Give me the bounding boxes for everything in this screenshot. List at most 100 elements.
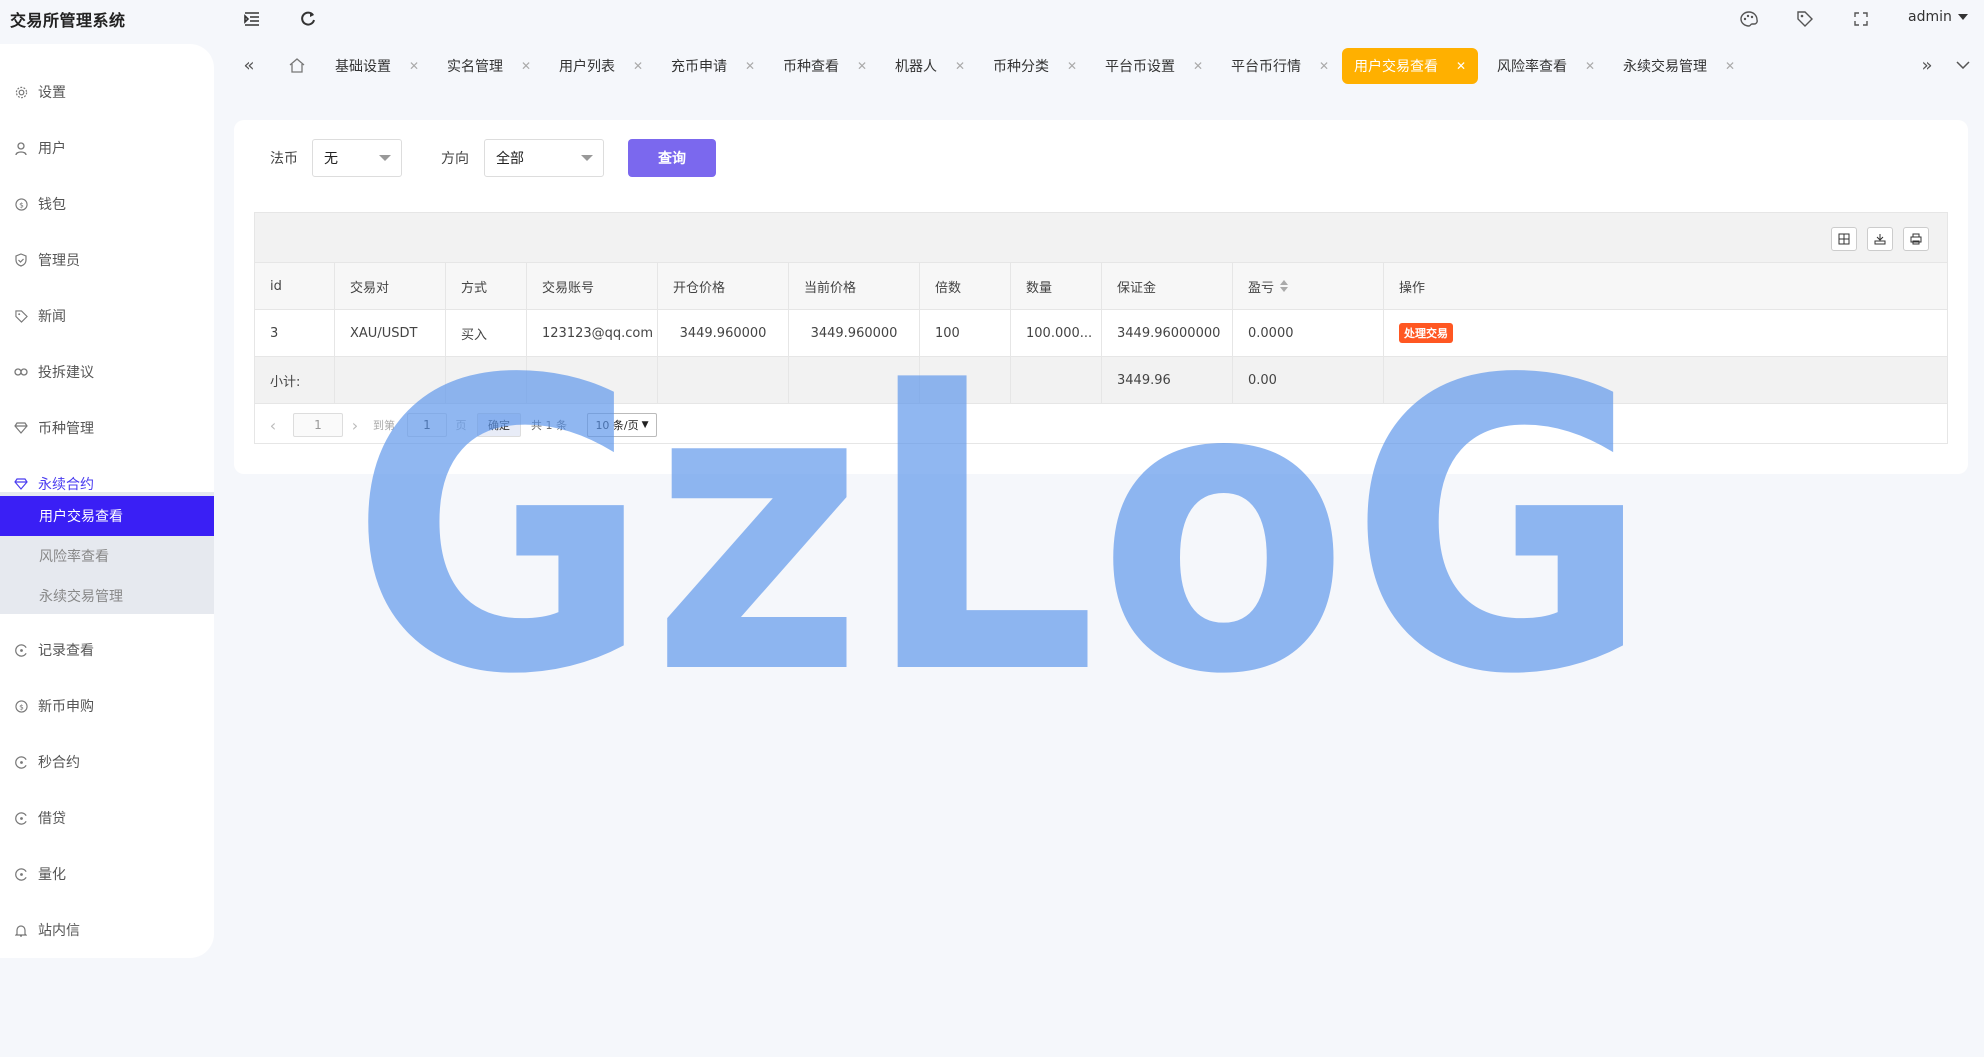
- tab-risk-rate[interactable]: 风险率查看 ✕: [1485, 48, 1595, 84]
- column-header: 倍数: [920, 263, 1011, 309]
- tab-currency-category[interactable]: 币种分类 ✕: [981, 48, 1077, 84]
- tab-label: 平台币设置: [1105, 59, 1175, 75]
- current-page[interactable]: 1: [293, 413, 343, 437]
- tab-user-trades[interactable]: 用户交易查看 ✕: [1342, 48, 1479, 84]
- sidebar-item-new-coin[interactable]: $ 新币申购: [0, 686, 214, 726]
- tag-icon[interactable]: [1794, 8, 1816, 30]
- fullscreen-icon[interactable]: [1850, 8, 1872, 30]
- chevron-down-icon: [1957, 14, 1968, 20]
- tab-deposit-requests[interactable]: 充币申请 ✕: [659, 48, 755, 84]
- tabs-scroll-right-icon[interactable]: »: [1912, 46, 1942, 84]
- dollar-icon: $: [14, 699, 28, 713]
- chevron-down-icon: [379, 155, 391, 161]
- tab-label: 机器人: [895, 59, 937, 75]
- close-icon[interactable]: ✕: [857, 59, 867, 73]
- chevron-down-icon: ▼: [641, 420, 649, 430]
- chevron-down-icon: [581, 155, 593, 161]
- submenu-item-risk-rate[interactable]: 风险率查看: [0, 536, 214, 576]
- next-page-icon[interactable]: ›: [347, 413, 363, 437]
- total-pnl: 0.00: [1233, 357, 1384, 403]
- query-button[interactable]: 查询: [628, 139, 716, 177]
- dollar-icon: $: [14, 197, 28, 211]
- close-icon[interactable]: ✕: [1319, 59, 1329, 73]
- home-icon[interactable]: [282, 46, 312, 84]
- total-count: 共 1 条: [531, 419, 567, 432]
- sidebar-item-loan[interactable]: 借贷: [0, 798, 214, 838]
- fiat-select[interactable]: 无: [312, 139, 402, 177]
- column-header-pnl[interactable]: 盈亏: [1233, 263, 1384, 309]
- cell-action: 处理交易: [1384, 310, 1947, 356]
- close-icon[interactable]: ✕: [409, 59, 419, 73]
- close-icon[interactable]: ✕: [521, 59, 531, 73]
- menu-fold-icon[interactable]: [241, 8, 263, 30]
- confirm-button[interactable]: 确定: [477, 413, 521, 437]
- sidebar: 设置 用户 $ 钱包 管理员 新闻 投拆建议 币种管理 永续合约 用户交易查看 …: [0, 44, 214, 958]
- column-header: 交易对: [335, 263, 446, 309]
- sidebar-item-records[interactable]: 记录查看: [0, 630, 214, 670]
- link-icon: [14, 365, 28, 379]
- handle-trade-button[interactable]: 处理交易: [1399, 323, 1453, 343]
- print-icon[interactable]: [1903, 227, 1929, 251]
- fiat-label: 法币: [270, 151, 298, 167]
- close-icon[interactable]: ✕: [633, 59, 643, 73]
- table-header: id 交易对 方式 交易账号 开仓价格 当前价格 倍数 数量 保证金 盈亏 操作: [255, 263, 1947, 310]
- close-icon[interactable]: ✕: [1193, 59, 1203, 73]
- user-menu[interactable]: admin: [1908, 9, 1968, 25]
- sidebar-item-second-contract[interactable]: 秒合约: [0, 742, 214, 782]
- cell-multiple: 100: [920, 310, 1011, 356]
- close-icon[interactable]: ✕: [1456, 59, 1466, 73]
- chevron-down-icon[interactable]: [1948, 46, 1978, 84]
- palette-icon[interactable]: [1738, 8, 1760, 30]
- sidebar-item-messages[interactable]: 站内信: [0, 910, 214, 950]
- direction-select-value: 全部: [496, 151, 524, 167]
- sidebar-item-user[interactable]: 用户: [0, 128, 214, 168]
- submenu-item-perpetual-manage[interactable]: 永续交易管理: [0, 576, 214, 616]
- tab-label: 风险率查看: [1497, 59, 1567, 75]
- tab-label: 实名管理: [447, 59, 503, 75]
- total-cell: [1384, 357, 1947, 403]
- refresh-icon[interactable]: [297, 8, 319, 30]
- tab-real-name[interactable]: 实名管理 ✕: [435, 48, 531, 84]
- sidebar-item-admin[interactable]: 管理员: [0, 240, 214, 280]
- close-icon[interactable]: ✕: [1067, 59, 1077, 73]
- fiat-select-value: 无: [324, 151, 338, 167]
- sidebar-item-currency[interactable]: 币种管理: [0, 408, 214, 448]
- tabs-scroll-left-icon[interactable]: «: [234, 46, 264, 84]
- perpetual-submenu: 用户交易查看 风险率查看 永续交易管理: [0, 492, 214, 614]
- tab-basic-settings[interactable]: 基础设置 ✕: [323, 48, 419, 84]
- prev-page-icon[interactable]: ‹: [265, 413, 281, 437]
- sidebar-item-label: 站内信: [38, 923, 80, 939]
- sidebar-item-quant[interactable]: 量化: [0, 854, 214, 894]
- diamond-icon: [14, 477, 28, 491]
- tab-robot[interactable]: 机器人 ✕: [883, 48, 965, 84]
- sort-icon[interactable]: [1280, 280, 1289, 292]
- close-icon[interactable]: ✕: [1725, 59, 1735, 73]
- total-cell: [527, 357, 658, 403]
- close-icon[interactable]: ✕: [745, 59, 755, 73]
- column-header: 开仓价格: [658, 263, 789, 309]
- direction-select[interactable]: 全部: [484, 139, 604, 177]
- tab-label: 基础设置: [335, 59, 391, 75]
- sidebar-item-label: 设置: [38, 85, 66, 101]
- goto-page-input[interactable]: 1: [407, 413, 447, 437]
- sidebar-item-label: 管理员: [38, 253, 80, 269]
- close-icon[interactable]: ✕: [955, 59, 965, 73]
- page-size-select[interactable]: 10 条/页 ▼: [587, 413, 657, 437]
- columns-icon[interactable]: [1831, 227, 1857, 251]
- submenu-item-user-trades[interactable]: 用户交易查看: [0, 496, 214, 536]
- sidebar-item-wallet[interactable]: $ 钱包: [0, 184, 214, 224]
- page-size-value: 10 条/页: [595, 419, 639, 432]
- sidebar-item-settings[interactable]: 设置: [0, 72, 214, 112]
- tab-platform-coin-market[interactable]: 平台币行情 ✕: [1219, 48, 1329, 84]
- export-icon[interactable]: [1867, 227, 1893, 251]
- total-margin: 3449.96: [1102, 357, 1233, 403]
- sidebar-item-news[interactable]: 新闻: [0, 296, 214, 336]
- tab-currency-view[interactable]: 币种查看 ✕: [771, 48, 867, 84]
- tab-user-list[interactable]: 用户列表 ✕: [547, 48, 643, 84]
- trades-table: id 交易对 方式 交易账号 开仓价格 当前价格 倍数 数量 保证金 盈亏 操作…: [254, 212, 1948, 444]
- sidebar-item-label: 永续合约: [38, 477, 94, 493]
- tab-platform-coin-settings[interactable]: 平台币设置 ✕: [1093, 48, 1203, 84]
- close-icon[interactable]: ✕: [1585, 59, 1595, 73]
- sidebar-item-suggestions[interactable]: 投拆建议: [0, 352, 214, 392]
- tab-perpetual-manage[interactable]: 永续交易管理 ✕: [1611, 48, 1735, 84]
